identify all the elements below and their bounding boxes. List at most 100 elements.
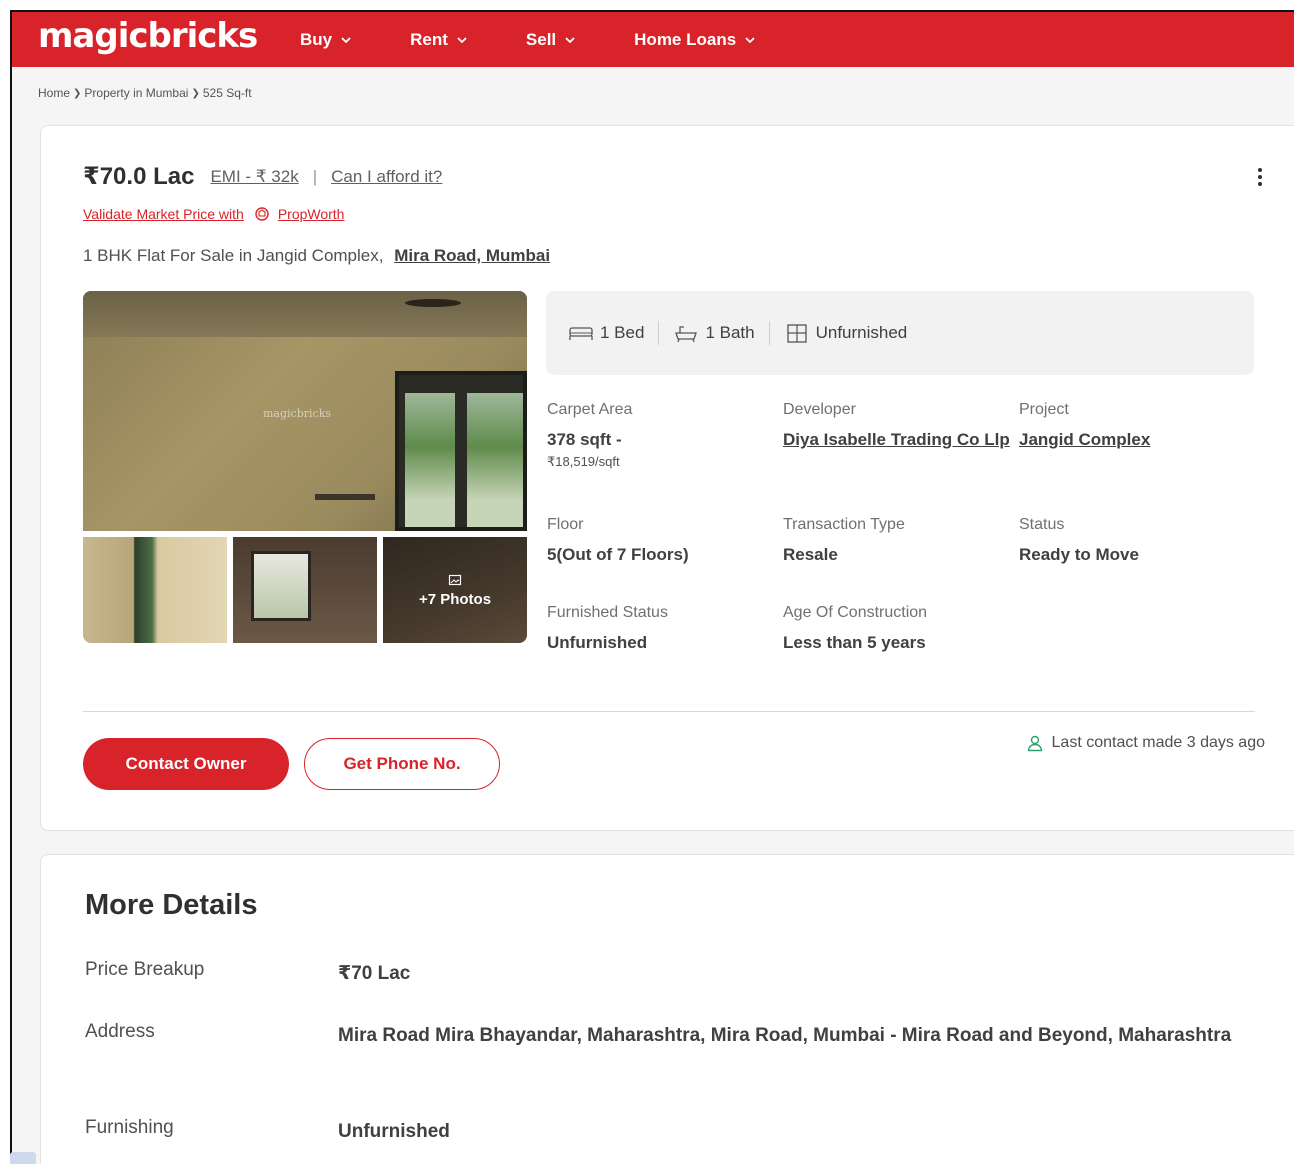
more-details-key: Address xyxy=(85,1021,155,1042)
nav-home-loans[interactable]: Home Loans xyxy=(634,30,756,50)
main-nav: Buy Rent Sell Home Loans xyxy=(300,12,814,67)
detail-transaction-type: Transaction Type Resale xyxy=(783,516,1015,569)
thumbnail-more-photos[interactable]: +7 Photos xyxy=(383,537,527,643)
price-row: ₹70.0 Lac EMI - ₹ 32k | Can I afford it? xyxy=(83,162,442,191)
photo-icon xyxy=(448,574,462,585)
photo-watermark: magicbricks xyxy=(263,407,331,420)
summary-bath-label: 1 Bath xyxy=(705,323,755,342)
location-link[interactable]: Mira Road, Mumbai xyxy=(394,246,550,265)
detail-label: Status xyxy=(1019,516,1065,533)
more-details-key: Furnishing xyxy=(85,1117,174,1138)
contact-owner-button[interactable]: Contact Owner xyxy=(83,738,289,790)
validate-text: Validate Market Price with xyxy=(83,206,244,222)
detail-label: Developer xyxy=(783,401,856,418)
window-pane xyxy=(467,393,523,527)
nav-buy-label: Buy xyxy=(300,29,333,49)
project-link[interactable]: Jangid Complex xyxy=(1019,426,1251,454)
detail-label: Project xyxy=(1019,401,1069,418)
detail-label: Transaction Type xyxy=(783,516,905,533)
breadcrumb-current: 525 Sq-ft xyxy=(202,86,252,100)
property-title: 1 BHK Flat For Sale in Jangid Complex, M… xyxy=(83,246,550,266)
detail-value: Unfurnished xyxy=(547,633,648,652)
developer-link[interactable]: Diya Isabelle Trading Co Llp xyxy=(783,426,1015,454)
breadcrumb-separator-icon: ❯ xyxy=(73,87,82,99)
more-details-key: Price Breakup xyxy=(85,959,205,980)
summary-bed: 1 Bed xyxy=(568,323,644,343)
detail-value: Resale xyxy=(783,545,838,564)
user-icon xyxy=(1027,735,1042,752)
breadcrumb-property-mumbai[interactable]: Property in Mumbai xyxy=(84,86,188,100)
chevron-down-icon xyxy=(341,36,351,43)
ceiling-fan-shape xyxy=(405,299,461,307)
detail-value: Less than 5 years xyxy=(783,633,926,652)
summary-divider xyxy=(768,321,770,345)
more-details-value: Unfurnished xyxy=(338,1121,450,1142)
more-photos-label: +7 Photos xyxy=(418,590,492,608)
property-card: ₹70.0 Lac EMI - ₹ 32k | Can I afford it?… xyxy=(40,125,1294,831)
nav-home-loans-label: Home Loans xyxy=(634,29,737,49)
photo-shelf xyxy=(315,494,375,500)
breadcrumb-separator-icon: ❯ xyxy=(191,87,200,99)
photo-window xyxy=(395,371,527,531)
detail-value: Ready to Move xyxy=(1019,545,1139,564)
more-options-icon[interactable] xyxy=(1257,168,1263,190)
detail-label: Age Of Construction xyxy=(783,604,928,621)
bed-icon xyxy=(569,327,593,340)
more-details-value: ₹70 Lac xyxy=(338,963,411,984)
detail-carpet-area: Carpet Area 378 sqft - ₹18,519/sqft xyxy=(547,401,779,470)
more-details-row: Price Breakup ₹70 Lac xyxy=(85,959,1285,989)
summary-bath: 1 Bath xyxy=(673,323,755,343)
summary-furnishing-label: Unfurnished xyxy=(815,323,908,342)
more-details-row: Address Mira Road Mira Bhayandar, Mahara… xyxy=(85,1021,1285,1051)
detail-developer: Developer Diya Isabelle Trading Co Llp xyxy=(783,401,1015,454)
photo-thumbnails: +7 Photos xyxy=(83,537,527,643)
more-details-card: More Details Price Breakup ₹70 Lac Addre… xyxy=(40,854,1294,1164)
summary-bed-label: 1 Bed xyxy=(600,323,645,342)
thumbnail-1[interactable] xyxy=(83,537,227,643)
detail-status: Status Ready to Move xyxy=(1019,516,1251,569)
nav-buy[interactable]: Buy xyxy=(300,30,352,50)
propworth-text: PropWorth xyxy=(277,206,345,222)
propworth-icon xyxy=(255,207,269,221)
detail-furnished-status: Furnished Status Unfurnished xyxy=(547,604,779,657)
pipe-divider: | xyxy=(312,166,318,186)
can-i-afford-link[interactable]: Can I afford it? xyxy=(331,167,442,187)
detail-value: 5(Out of 7 Floors) xyxy=(547,545,689,564)
browser-page: magicbricks Buy Rent Sell Home Loans Hom… xyxy=(10,10,1294,1164)
more-details-value: Mira Road Mira Bhayandar, Maharashtra, M… xyxy=(338,1025,1232,1046)
last-contact-text: Last contact made 3 days ago xyxy=(1051,734,1265,751)
summary-furnishing: Unfurnished xyxy=(784,323,908,343)
magicbricks-logo[interactable]: magicbricks xyxy=(38,16,258,56)
corner-tab xyxy=(10,1152,36,1164)
breadcrumb: Home ❯ Property in Mumbai ❯ 525 Sq-ft xyxy=(38,86,252,100)
validate-price-link[interactable]: Validate Market Price with PropWorth xyxy=(83,206,344,222)
get-phone-button[interactable]: Get Phone No. xyxy=(304,738,500,790)
thumb-window xyxy=(251,551,311,621)
thumbnail-2[interactable] xyxy=(233,537,377,643)
nav-rent[interactable]: Rent xyxy=(410,30,468,50)
more-details-title: More Details xyxy=(85,889,258,921)
bathtub-icon xyxy=(675,326,698,343)
chevron-down-icon xyxy=(457,36,467,43)
detail-subvalue: ₹18,519/sqft xyxy=(547,454,620,469)
card-divider xyxy=(83,711,1255,712)
summary-strip: 1 Bed 1 Bath Unfurnished xyxy=(546,291,1254,375)
top-navbar: magicbricks Buy Rent Sell Home Loans xyxy=(12,12,1294,67)
more-photos-overlay: +7 Photos xyxy=(383,537,527,643)
nav-rent-label: Rent xyxy=(410,29,448,49)
main-photo[interactable]: magicbricks xyxy=(83,291,527,531)
more-details-row: Furnishing Unfurnished xyxy=(85,1117,1285,1147)
furnishing-icon xyxy=(786,324,807,343)
detail-value: 378 sqft - xyxy=(547,430,622,449)
nav-sell-label: Sell xyxy=(525,29,557,49)
detail-age-of-construction: Age Of Construction Less than 5 years xyxy=(783,604,1015,657)
detail-floor: Floor 5(Out of 7 Floors) xyxy=(547,516,779,569)
emi-link[interactable]: EMI - ₹ 32k xyxy=(210,167,298,187)
chevron-down-icon xyxy=(565,36,575,43)
property-title-text: 1 BHK Flat For Sale in Jangid Complex, xyxy=(83,246,384,265)
nav-sell[interactable]: Sell xyxy=(526,30,576,50)
breadcrumb-home[interactable]: Home xyxy=(38,86,70,100)
property-price: ₹70.0 Lac xyxy=(83,163,195,190)
summary-divider xyxy=(658,321,660,345)
detail-label: Floor xyxy=(547,516,584,533)
